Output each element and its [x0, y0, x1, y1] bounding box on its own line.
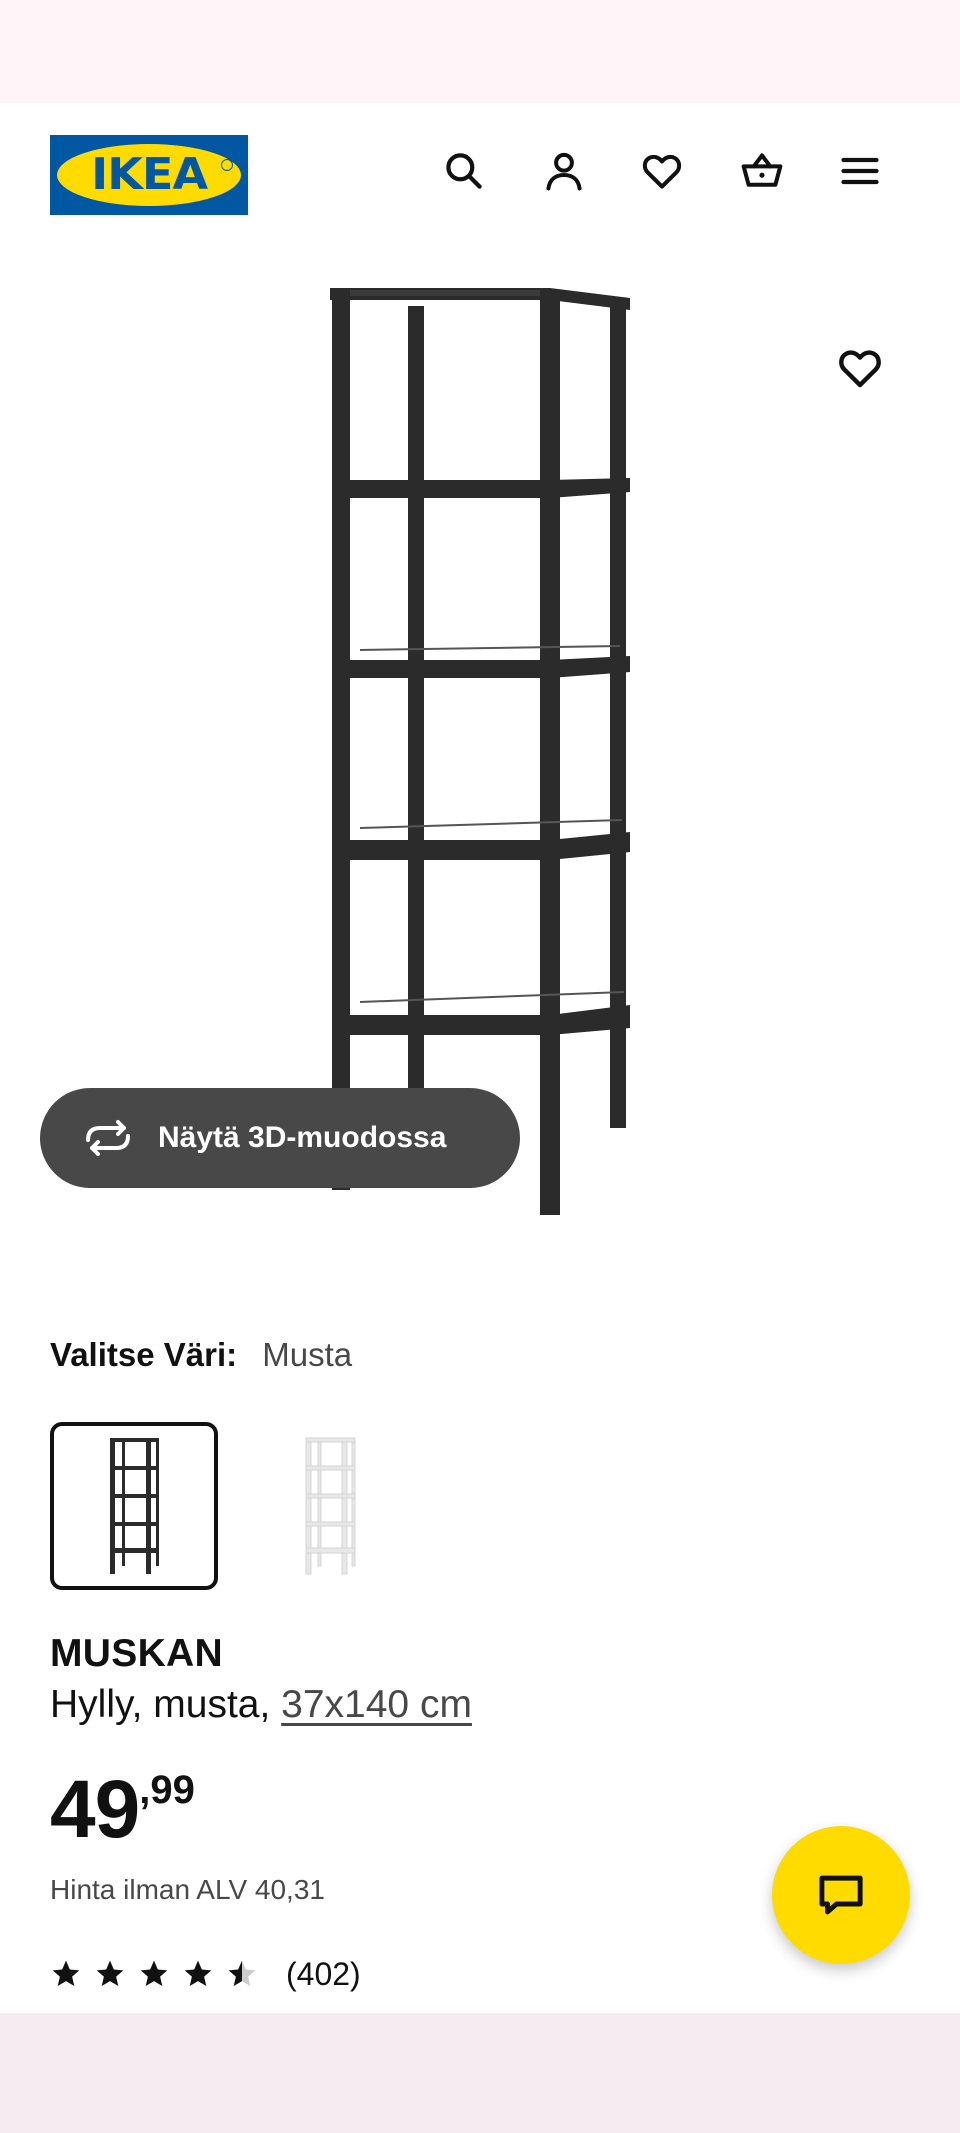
star-full-icon [184, 1960, 212, 1986]
product-rating[interactable]: (402) [50, 1954, 361, 1994]
shelf-black-thumbnail [110, 1438, 159, 1574]
view-3d-button[interactable]: Näytä 3D-muodossa [40, 1088, 520, 1188]
product-size-link[interactable]: 37x140 cm [281, 1683, 472, 1726]
rotate-3d-icon [86, 1120, 130, 1156]
color-selector-label: Valitse Väri: Musta [50, 1336, 352, 1374]
star-full-icon [96, 1960, 124, 1986]
color-value: Musta [262, 1336, 353, 1373]
menu-icon[interactable] [836, 147, 884, 195]
ikea-logo[interactable]: IKEA [50, 135, 248, 215]
product-type-text: Hylly, musta, [50, 1683, 282, 1726]
star-full-icon [52, 1960, 80, 1986]
product-price: 49,99 [50, 1760, 195, 1860]
product-image[interactable] [300, 280, 650, 1220]
view-3d-label: Näytä 3D-muodossa [158, 1121, 447, 1154]
chat-button[interactable] [772, 1826, 910, 1964]
star-half-icon [228, 1960, 256, 1986]
product-name: MUSKAN [50, 1632, 223, 1675]
price-integer: 49 [50, 1764, 140, 1855]
site-header: IKEA [0, 103, 960, 243]
product-description: Hylly, musta, 37x140 cm [50, 1683, 472, 1727]
bottom-navigation-bar [0, 2013, 960, 2133]
add-to-favourites-icon[interactable] [832, 340, 888, 396]
price-without-vat: Hinta ilman ALV 40,31 [50, 1874, 325, 1905]
basket-icon[interactable] [738, 147, 786, 195]
registered-mark [221, 159, 233, 171]
search-icon[interactable] [440, 147, 488, 195]
color-option-white[interactable] [246, 1422, 414, 1590]
price-decimal: ,99 [139, 1768, 195, 1812]
star-full-icon [140, 1960, 168, 1986]
review-count: (402) [286, 1955, 361, 1992]
favourites-icon[interactable] [638, 147, 686, 195]
chat-icon [819, 1875, 863, 1915]
color-label: Valitse Väri: [50, 1336, 238, 1373]
account-icon[interactable] [540, 147, 588, 195]
shelf-white-thumbnail [305, 1437, 356, 1575]
status-bar [0, 0, 960, 103]
color-option-black[interactable] [50, 1422, 218, 1590]
logo-text: IKEA [90, 149, 208, 200]
